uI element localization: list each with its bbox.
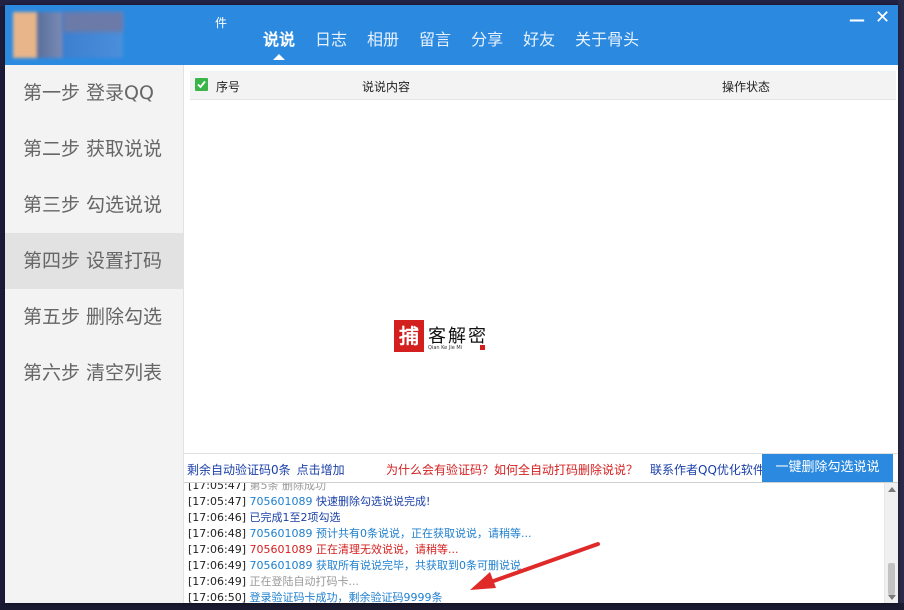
- log-message: 快速删除勾选说说完成!: [315, 495, 431, 508]
- log-message: 已完成1至2项勾选: [249, 511, 341, 524]
- close-icon[interactable]: ✕: [875, 9, 890, 27]
- log-message: 正在登陆自动打码卡...: [249, 575, 360, 588]
- why-captcha-link[interactable]: 为什么会有验证码？如何全自动打码删除说说？: [386, 461, 638, 478]
- check-icon: [197, 80, 206, 89]
- title-bar: 件 说说 日志 相册 留言 分享 好友 关于骨头 — ✕: [5, 5, 898, 65]
- log-line: [17:06:49] 705601089 正在清理无效说说，请稍等...: [188, 542, 878, 558]
- log-message: 第5条 删除成功: [249, 482, 327, 492]
- log-line: [17:06:49] 正在登陆自动打码卡...: [188, 574, 878, 590]
- info-bar: 剩余自动验证码0条 点击增加 为什么会有验证码？如何全自动打码删除说说？ 联系作者…: [184, 453, 898, 482]
- log-line: [17:06:50] 登录验证码卡成功，剩余验证码9999条: [188, 590, 878, 603]
- sidebar-step-select[interactable]: 第三步 勾选说说: [5, 177, 183, 233]
- tab-shuoshuo[interactable]: 说说: [253, 29, 305, 60]
- step-label: 第五步 删除勾选: [23, 306, 163, 328]
- log-message: 获取所有说说完毕，共获取到0条可删说说: [315, 559, 521, 572]
- captcha-remaining: 剩余自动验证码0条 点击增加: [187, 461, 345, 478]
- log-message: 705601089: [249, 543, 316, 556]
- watermark-logo: 捕 客解密 Qian Ke Jie Mi: [394, 318, 514, 358]
- log-message: 预计共有0条说说，正在获取说说，请稍等...: [315, 527, 532, 540]
- log-line: [17:06:49] 705601089 获取所有说说完毕，共获取到0条可删说说: [188, 558, 878, 574]
- log-scrollbar[interactable]: [884, 483, 898, 603]
- minimize-icon[interactable]: —: [849, 11, 865, 29]
- watermark-subtext: Qian Ke Jie Mi: [428, 345, 463, 351]
- main-tabs: 说说 日志 相册 留言 分享 好友 关于骨头: [253, 29, 649, 65]
- table-header: 序号 说说内容 操作状态: [190, 71, 896, 100]
- log-message: 登录验证码卡成功，剩余验证码9999条: [249, 591, 443, 603]
- step-label: 第四步 设置打码: [23, 250, 163, 272]
- sidebar-step-delete[interactable]: 第五步 删除勾选: [5, 289, 183, 345]
- log-timestamp: [17:06:49]: [188, 559, 246, 572]
- tab-diary[interactable]: 日志: [305, 29, 357, 59]
- tab-label: 好友: [523, 30, 556, 49]
- column-header-content[interactable]: 说说内容: [362, 78, 410, 95]
- contact-author-link[interactable]: 联系作者QQ优化软件: [650, 461, 765, 478]
- log-line: [17:05:47] 第5条 删除成功: [188, 482, 878, 494]
- tab-label: 关于骨头: [575, 30, 640, 49]
- step-label: 第六步 清空列表: [23, 362, 163, 384]
- scroll-down-icon[interactable]: [888, 595, 896, 600]
- watermark-seal: 捕: [394, 320, 424, 352]
- tab-messages[interactable]: 留言: [409, 29, 461, 59]
- tab-label: 日志: [315, 30, 348, 49]
- log-panel[interactable]: [17:05:47] 第5条 删除成功 [17:05:47] 705601089 …: [184, 482, 898, 603]
- sidebar-step-captcha[interactable]: 第四步 设置打码: [5, 233, 183, 289]
- tab-about[interactable]: 关于骨头: [565, 29, 649, 59]
- window-title: 件: [215, 16, 228, 30]
- app-window: 件 说说 日志 相册 留言 分享 好友 关于骨头 — ✕ 第一步 登录QQ 第二…: [5, 5, 898, 603]
- log-message: 705601089: [249, 559, 316, 572]
- sidebar-step-fetch[interactable]: 第二步 获取说说: [5, 121, 183, 177]
- log-timestamp: [17:06:50]: [188, 591, 246, 603]
- add-captcha-link[interactable]: 点击增加: [297, 463, 345, 477]
- active-tab-caret-icon: [273, 54, 285, 60]
- tab-friends[interactable]: 好友: [513, 29, 565, 59]
- delete-selected-button[interactable]: 一键删除勾选说说: [762, 454, 893, 482]
- column-header-status[interactable]: 操作状态: [722, 78, 770, 95]
- log-timestamp: [17:06:49]: [188, 543, 246, 556]
- tab-share[interactable]: 分享: [461, 29, 513, 59]
- log-line: [17:06:48] 705601089 预计共有0条说说，正在获取说说，请稍等…: [188, 526, 878, 542]
- step-label: 第三步 勾选说说: [23, 194, 163, 216]
- log-timestamp: [17:06:49]: [188, 575, 246, 588]
- log-timestamp: [17:05:47]: [188, 482, 246, 492]
- step-label: 第一步 登录QQ: [23, 82, 154, 104]
- log-line: [17:06:46] 已完成1至2项勾选: [188, 510, 878, 526]
- desktop-background-right: [898, 0, 904, 610]
- step-sidebar: 第一步 登录QQ 第二步 获取说说 第三步 勾选说说 第四步 设置打码 第五步 …: [5, 65, 184, 603]
- log-timestamp: [17:05:47]: [188, 495, 246, 508]
- tab-label: 说说: [263, 30, 296, 49]
- shuoshuo-table-body[interactable]: 捕 客解密 Qian Ke Jie Mi: [190, 100, 896, 450]
- tab-album[interactable]: 相册: [357, 29, 409, 59]
- log-lines: [17:05:47] 第5条 删除成功 [17:05:47] 705601089 …: [188, 482, 878, 603]
- log-timestamp: [17:06:48]: [188, 527, 246, 540]
- log-message: 705601089: [249, 527, 316, 540]
- scroll-thumb[interactable]: [888, 563, 895, 595]
- scroll-up-icon[interactable]: [888, 487, 896, 492]
- watermark-dot: [480, 345, 485, 350]
- sidebar-step-clear[interactable]: 第六步 清空列表: [5, 345, 183, 401]
- log-message: 正在清理无效说说，请稍等...: [315, 543, 459, 556]
- column-header-index[interactable]: 序号: [216, 78, 240, 95]
- main-panel: 序号 说说内容 操作状态 捕 客解密 Qian Ke Jie Mi 剩余自动验证…: [184, 65, 898, 603]
- log-line: [17:05:47] 705601089 快速删除勾选说说完成!: [188, 494, 878, 510]
- blurred-username: [63, 12, 123, 32]
- tab-label: 留言: [419, 30, 452, 49]
- select-all-checkbox[interactable]: [195, 78, 208, 91]
- log-timestamp: [17:06:46]: [188, 511, 246, 524]
- captcha-remaining-text: 剩余自动验证码0条: [187, 463, 291, 477]
- tab-label: 分享: [471, 30, 504, 49]
- log-message: 705601089: [249, 495, 316, 508]
- tab-label: 相册: [367, 30, 400, 49]
- step-label: 第二步 获取说说: [23, 138, 163, 160]
- desktop-background-bottom: [0, 603, 904, 610]
- sidebar-step-login[interactable]: 第一步 登录QQ: [5, 65, 183, 121]
